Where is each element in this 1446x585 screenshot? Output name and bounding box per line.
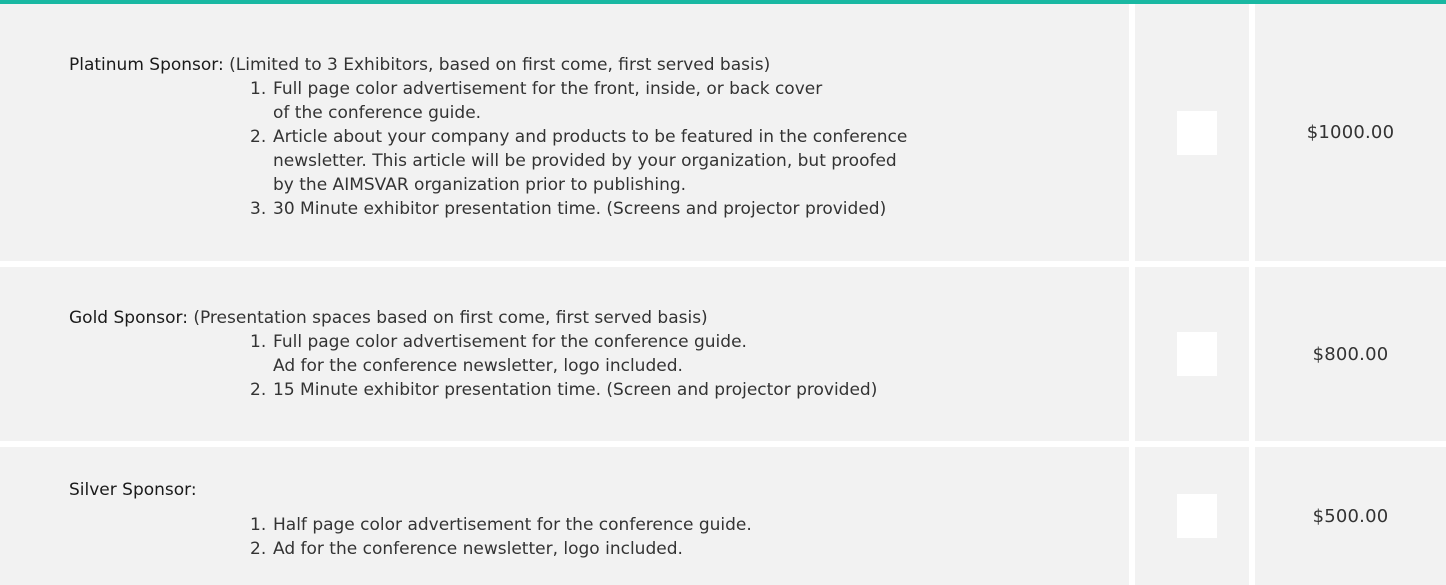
list-item-text: 15 Minute exhibitor presentation time. (… — [273, 380, 878, 400]
list-item-text: Article about your company and products … — [273, 126, 908, 195]
price-cell: $1000.00 — [1255, 4, 1446, 261]
sponsor-title-line: Gold Sponsor: (Presentation spaces based… — [69, 306, 1129, 330]
list-item-text: Full page color advertisement for the co… — [273, 332, 747, 376]
list-item: 2. 15 Minute exhibitor presentation time… — [250, 378, 1129, 402]
list-item-number: 2. — [250, 380, 267, 400]
sponsor-price: $800.00 — [1312, 343, 1389, 365]
silver-select-checkbox[interactable] — [1177, 494, 1217, 538]
list-item-number: 1. — [250, 78, 267, 99]
platinum-select-checkbox[interactable] — [1177, 110, 1217, 155]
sponsor-price: $1000.00 — [1306, 122, 1395, 143]
list-item: 3. 30 Minute exhibitor presentation time… — [250, 197, 1129, 221]
list-item-number: 3. — [250, 198, 267, 219]
price-cell: $500.00 — [1255, 447, 1446, 585]
sponsor-name: Platinum Sponsor: — [69, 54, 224, 75]
list-item-number: 2. — [250, 538, 267, 559]
list-item: 1. Full page color advertisement for the… — [250, 330, 1129, 378]
list-item-text: Full page color advertisement for the fr… — [273, 78, 823, 123]
list-item: 1. Half page color advertisement for the… — [250, 513, 1129, 537]
sponsor-benefits-list: 1. Half page color advertisement for the… — [69, 513, 1129, 561]
list-item: 2. Ad for the conference newsletter, log… — [250, 537, 1129, 561]
list-item-text: 30 Minute exhibitor presentation time. (… — [273, 198, 887, 219]
sponsor-name: Silver Sponsor: — [69, 479, 197, 500]
select-cell — [1135, 4, 1249, 261]
table-row-platinum: Platinum Sponsor: (Limited to 3 Exhibito… — [0, 4, 1446, 261]
sponsor-benefits-list: 1. Full page color advertisement for the… — [69, 77, 1129, 221]
sponsor-name: Gold Sponsor: — [69, 308, 188, 328]
sponsor-title-line: Platinum Sponsor: (Limited to 3 Exhibito… — [69, 53, 1129, 77]
table-row-silver: Silver Sponsor: 1. Half page color adver… — [0, 447, 1446, 585]
sponsor-description-cell: Silver Sponsor: 1. Half page color adver… — [0, 447, 1129, 585]
list-item-number: 1. — [250, 514, 267, 535]
sponsor-title-line: Silver Sponsor: — [69, 478, 1129, 502]
sponsor-note: (Presentation spaces based on first come… — [187, 308, 708, 328]
sponsor-description-cell: Platinum Sponsor: (Limited to 3 Exhibito… — [0, 4, 1129, 261]
price-cell: $800.00 — [1255, 267, 1446, 441]
list-item: 2. Article about your company and produc… — [250, 125, 1129, 197]
list-item-text: Half page color advertisement for the co… — [273, 514, 752, 535]
select-cell — [1135, 267, 1249, 441]
sponsor-benefits-list: 1. Full page color advertisement for the… — [69, 330, 1129, 402]
list-item-text: Ad for the conference newsletter, logo i… — [273, 538, 683, 559]
sponsor-note: (Limited to 3 Exhibitors, based on first… — [223, 54, 771, 75]
list-item-number: 1. — [250, 332, 267, 352]
sponsorship-table: Platinum Sponsor: (Limited to 3 Exhibito… — [0, 0, 1446, 585]
list-item-number: 2. — [250, 126, 267, 147]
sponsor-price: $500.00 — [1312, 505, 1389, 527]
select-cell — [1135, 447, 1249, 585]
gold-select-checkbox[interactable] — [1177, 332, 1217, 376]
sponsor-description-cell: Gold Sponsor: (Presentation spaces based… — [0, 267, 1129, 441]
list-item: 1. Full page color advertisement for the… — [250, 77, 1129, 125]
table-row-gold: Gold Sponsor: (Presentation spaces based… — [0, 267, 1446, 441]
